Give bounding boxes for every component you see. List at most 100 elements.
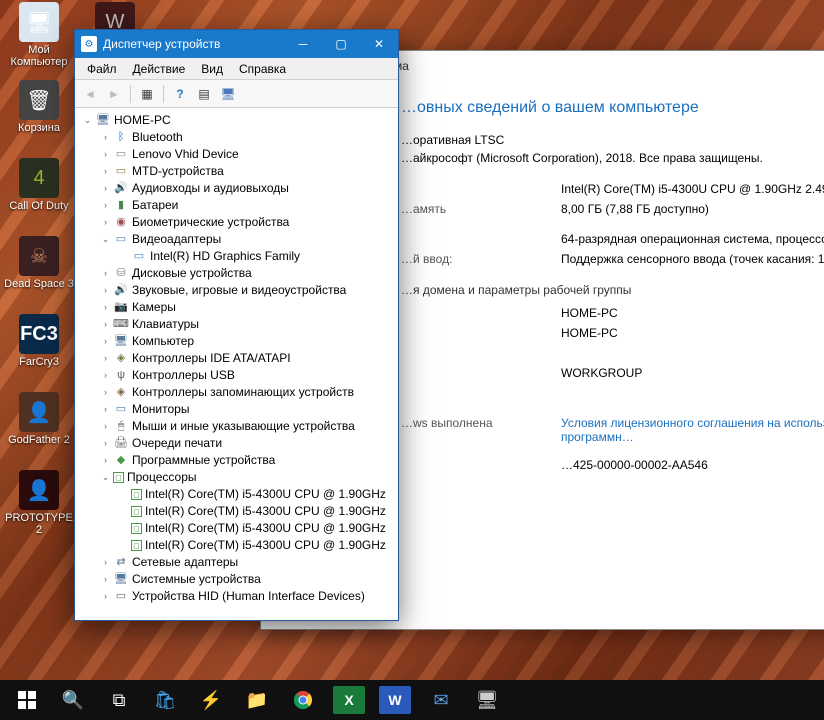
scan-hardware-button[interactable]: 🖥 xyxy=(217,83,239,105)
expand-icon[interactable]: › xyxy=(99,571,112,588)
maximize-button[interactable]: ▢ xyxy=(322,30,360,58)
device-icon: ▭ xyxy=(113,589,129,605)
desktop-icon-godfather-2[interactable]: 👤GodFather 2 xyxy=(2,392,76,446)
expand-icon[interactable]: › xyxy=(99,452,112,469)
expand-icon[interactable]: › xyxy=(99,197,112,214)
device-tree[interactable]: ⌄ 🖥 HOME-PC ›ᛒBluetooth›▭Lenovo Vhid Dev… xyxy=(75,108,398,620)
device-icon: 📷 xyxy=(113,300,129,316)
tree-node-label: Контроллеры IDE ATA/ATAPI xyxy=(132,350,291,367)
desktop-icon-мой-компьютер[interactable]: 🖥МойКомпьютер xyxy=(2,2,76,68)
tree-node[interactable]: ⌄◻Процессоры xyxy=(79,469,398,486)
taskview-button[interactable]: ⧉ xyxy=(96,680,142,720)
tree-node[interactable]: ›🖥Компьютер xyxy=(79,333,398,350)
tree-node[interactable]: ·◻Intel(R) Core(TM) i5-4300U CPU @ 1.90G… xyxy=(79,520,398,537)
expand-icon[interactable]: › xyxy=(99,180,112,197)
tree-node[interactable]: ·◻Intel(R) Core(TM) i5-4300U CPU @ 1.90G… xyxy=(79,486,398,503)
tree-node[interactable]: ›▭Устройства HID (Human Interface Device… xyxy=(79,588,398,605)
tree-node-label: Устройства HID (Human Interface Devices) xyxy=(132,588,365,605)
expand-icon[interactable]: › xyxy=(99,129,112,146)
expand-icon[interactable]: › xyxy=(99,282,112,299)
device-icon: ◻ xyxy=(131,506,142,517)
tree-node[interactable]: ›🖥Системные устройства xyxy=(79,571,398,588)
expand-icon[interactable]: › xyxy=(99,214,112,231)
tree-node[interactable]: ›📷Камеры xyxy=(79,299,398,316)
device-icon: ▮ xyxy=(113,198,129,214)
tree-node[interactable]: ›▭Мониторы xyxy=(79,401,398,418)
menu-action[interactable]: Действие xyxy=(125,60,194,78)
titlebar[interactable]: ⚙ Диспетчер устройств ─ ▢ ✕ xyxy=(75,30,398,58)
expand-icon[interactable]: › xyxy=(99,367,112,384)
menu-help[interactable]: Справка xyxy=(231,60,294,78)
taskbar-devmgr[interactable]: 🖥 xyxy=(464,680,510,720)
close-button[interactable]: ✕ xyxy=(360,30,398,58)
computer-name: HOME-PC xyxy=(561,306,824,320)
show-hidden-button[interactable]: ▦ xyxy=(136,83,158,105)
search-button[interactable]: 🔍 xyxy=(50,680,96,720)
tree-node-label: Bluetooth xyxy=(132,129,183,146)
taskbar-chrome[interactable] xyxy=(280,680,326,720)
expand-icon[interactable]: › xyxy=(99,333,112,350)
app-icon: 👤 xyxy=(19,470,59,510)
collapse-icon[interactable]: ⌄ xyxy=(81,112,94,129)
tree-node[interactable]: ›⌨Клавиатуры xyxy=(79,316,398,333)
tree-node[interactable]: ›◉Биометрические устройства xyxy=(79,214,398,231)
menu-view[interactable]: Вид xyxy=(193,60,231,78)
tree-node[interactable]: ·▭Intel(R) HD Graphics Family xyxy=(79,248,398,265)
desktop-icon-prototype-2[interactable]: 👤PROTOTYPE 2 xyxy=(2,470,76,536)
expand-icon[interactable]: › xyxy=(99,163,112,180)
tree-node[interactable]: ›🔊Звуковые, игровые и видеоустройства xyxy=(79,282,398,299)
device-icon: ᛒ xyxy=(113,130,129,146)
taskbar[interactable]: 🔍 ⧉ 🛍 ⚡ 📁 X W ✉ 🖥 xyxy=(0,680,824,720)
tree-node-label: Системные устройства xyxy=(132,571,261,588)
tree-node[interactable]: ›▮Батареи xyxy=(79,197,398,214)
tree-node[interactable]: ›🔊Аудиовходы и аудиовыходы xyxy=(79,180,398,197)
tree-node[interactable]: ·◻Intel(R) Core(TM) i5-4300U CPU @ 1.90G… xyxy=(79,537,398,554)
collapse-icon[interactable]: ⌄ xyxy=(99,469,112,486)
desktop-icon-call-of-duty[interactable]: 4Call Of Duty xyxy=(2,158,76,212)
taskbar-excel[interactable]: X xyxy=(333,686,365,714)
tree-node[interactable]: ›⛁Дисковые устройства xyxy=(79,265,398,282)
expand-icon[interactable]: › xyxy=(99,350,112,367)
taskbar-word[interactable]: W xyxy=(379,686,411,714)
expand-icon[interactable]: › xyxy=(99,265,112,282)
tree-node[interactable]: ›▭Lenovo Vhid Device xyxy=(79,146,398,163)
expand-icon[interactable]: › xyxy=(99,418,112,435)
tree-node[interactable]: ›🖨Очереди печати xyxy=(79,435,398,452)
expand-icon[interactable]: › xyxy=(99,401,112,418)
menu-file[interactable]: Файл xyxy=(79,60,125,78)
minimize-button[interactable]: ─ xyxy=(284,30,322,58)
expand-icon[interactable]: › xyxy=(99,316,112,333)
tree-node[interactable]: ›ψКонтроллеры USB xyxy=(79,367,398,384)
expand-icon[interactable]: › xyxy=(99,588,112,605)
tree-node[interactable]: ⌄▭Видеоадаптеры xyxy=(79,231,398,248)
tree-node-label: Контроллеры запоминающих устройств xyxy=(132,384,354,401)
expand-icon[interactable]: › xyxy=(99,554,112,571)
collapse-icon[interactable]: ⌄ xyxy=(99,231,112,248)
expand-icon[interactable]: › xyxy=(99,299,112,316)
expand-icon[interactable]: › xyxy=(99,384,112,401)
tree-root[interactable]: ⌄ 🖥 HOME-PC xyxy=(79,112,398,129)
license-link[interactable]: Условия лицензионного соглашения на испо… xyxy=(561,416,824,444)
taskbar-explorer[interactable]: 📁 xyxy=(234,680,280,720)
taskbar-mail[interactable]: ✉ xyxy=(418,680,464,720)
start-button[interactable] xyxy=(4,680,50,720)
tree-node[interactable]: ·◻Intel(R) Core(TM) i5-4300U CPU @ 1.90G… xyxy=(79,503,398,520)
expand-icon[interactable]: › xyxy=(99,146,112,163)
desktop-icon-dead-space-3[interactable]: ☠Dead Space 3 xyxy=(2,236,76,290)
taskbar-winamp[interactable]: ⚡ xyxy=(188,680,234,720)
tree-node[interactable]: ›🖱Мыши и иные указывающие устройства xyxy=(79,418,398,435)
tree-node[interactable]: ›ᛒBluetooth xyxy=(79,129,398,146)
tree-node[interactable]: ›◈Контроллеры запоминающих устройств xyxy=(79,384,398,401)
taskbar-store[interactable]: 🛍 xyxy=(142,680,188,720)
window-title: Диспетчер устройств xyxy=(103,37,220,51)
tree-node[interactable]: ›◆Программные устройства xyxy=(79,452,398,469)
tree-node[interactable]: ›▭MTD-устройства xyxy=(79,163,398,180)
desktop-icon-корзина[interactable]: 🗑Корзина xyxy=(2,80,76,134)
tree-node[interactable]: ›◈Контроллеры IDE ATA/ATAPI xyxy=(79,350,398,367)
help-button[interactable]: ? xyxy=(169,83,191,105)
expand-icon[interactable]: › xyxy=(99,435,112,452)
desktop-icon-farcry3[interactable]: FC3FarCry3 xyxy=(2,314,76,368)
properties-button[interactable]: ▤ xyxy=(193,83,215,105)
tree-node-label: Intel(R) Core(TM) i5-4300U CPU @ 1.90GHz xyxy=(145,537,386,554)
tree-node[interactable]: ›⇄Сетевые адаптеры xyxy=(79,554,398,571)
